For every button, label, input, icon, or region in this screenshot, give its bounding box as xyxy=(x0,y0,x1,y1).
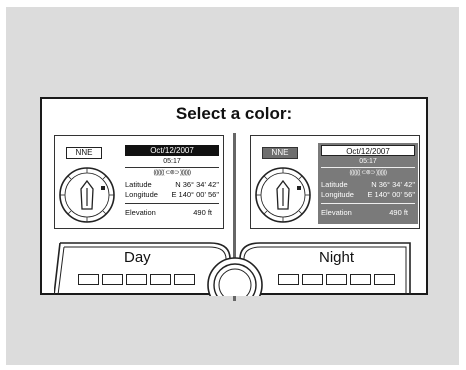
divider-line xyxy=(125,167,219,168)
preset-button[interactable] xyxy=(78,274,99,285)
latitude-row: Latitude N 36° 34' 42" xyxy=(321,180,416,189)
divider-line xyxy=(125,203,219,204)
preset-button[interactable] xyxy=(350,274,371,285)
latitude-label: Latitude xyxy=(321,180,348,189)
gps-info: Oct/12/2007 05:17 ((((((( ⊂⊚⊃ ))))))) La… xyxy=(318,143,418,224)
preset-button[interactable] xyxy=(126,274,147,285)
longitude-row: Longitude E 140° 00' 56" xyxy=(321,190,416,199)
compass-icon xyxy=(255,167,311,223)
elevation-row: Elevation 490 ft xyxy=(125,208,220,217)
color-select-screen: Select a color: NNE Oct/12/2007 05:17 ((… xyxy=(40,97,428,301)
longitude-label: Longitude xyxy=(321,190,354,199)
day-option-label[interactable]: Day xyxy=(124,249,151,266)
selector-dial-icon[interactable] xyxy=(206,254,264,296)
time-display: 05:17 xyxy=(163,158,181,165)
compass-icon xyxy=(59,167,115,223)
latitude-value: N 36° 34' 42" xyxy=(371,180,415,189)
heading-indicator: NNE xyxy=(66,147,102,159)
night-button-row xyxy=(278,274,395,285)
latitude-value: N 36° 34' 42" xyxy=(175,180,219,189)
elevation-value: 490 ft xyxy=(193,208,212,217)
page-title: Select a color: xyxy=(175,104,293,123)
night-option-label[interactable]: Night xyxy=(319,249,354,266)
date-display: Oct/12/2007 xyxy=(125,145,219,156)
heading-indicator: NNE xyxy=(262,147,298,159)
preset-button[interactable] xyxy=(278,274,299,285)
elevation-value: 490 ft xyxy=(389,208,408,217)
longitude-value: E 140° 00' 56" xyxy=(367,190,415,199)
preset-button[interactable] xyxy=(302,274,323,285)
preset-button[interactable] xyxy=(174,274,195,285)
gps-signal-icon: ((((((( ⊂⊚⊃ ))))))) xyxy=(153,170,191,176)
latitude-row: Latitude N 36° 34' 42" xyxy=(125,180,220,189)
divider-line xyxy=(321,167,415,168)
preset-button[interactable] xyxy=(374,274,395,285)
elevation-label: Elevation xyxy=(125,208,156,217)
day-button-row xyxy=(78,274,195,285)
gps-signal-icon: ((((((( ⊂⊚⊃ ))))))) xyxy=(349,170,387,176)
date-display: Oct/12/2007 xyxy=(321,145,415,156)
longitude-row: Longitude E 140° 00' 56" xyxy=(125,190,220,199)
gps-info: Oct/12/2007 05:17 ((((((( ⊂⊚⊃ ))))))) La… xyxy=(122,143,222,224)
preset-button[interactable] xyxy=(150,274,171,285)
time-display: 05:17 xyxy=(359,158,377,165)
longitude-value: E 140° 00' 56" xyxy=(171,190,219,199)
elevation-label: Elevation xyxy=(321,208,352,217)
longitude-label: Longitude xyxy=(125,190,158,199)
day-preview-panel[interactable]: NNE Oct/12/2007 05:17 ((((((( ⊂⊚⊃ ))))))… xyxy=(54,135,224,229)
night-preview-panel[interactable]: NNE Oct/12/2007 05:17 ((((((( ⊂⊚⊃ ))))))… xyxy=(250,135,420,229)
preset-button[interactable] xyxy=(102,274,123,285)
preset-button[interactable] xyxy=(326,274,347,285)
divider-line xyxy=(321,203,415,204)
elevation-row: Elevation 490 ft xyxy=(321,208,416,217)
latitude-label: Latitude xyxy=(125,180,152,189)
